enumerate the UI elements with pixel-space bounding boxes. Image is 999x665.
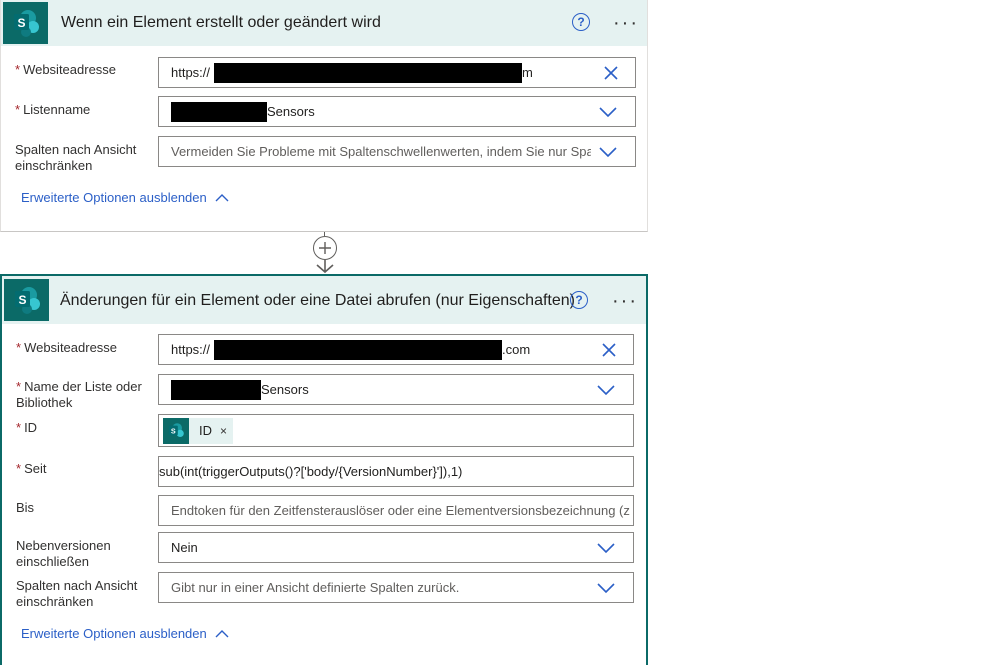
more-options-icon[interactable]: ··· bbox=[612, 291, 638, 311]
redacted-block bbox=[171, 101, 267, 122]
redacted-block bbox=[214, 339, 503, 360]
action-minor-dropdown[interactable]: Nein bbox=[158, 532, 634, 563]
chevron-down-icon[interactable] bbox=[597, 384, 615, 396]
help-icon[interactable]: ? bbox=[572, 13, 590, 31]
action-since-label: * Seit bbox=[16, 461, 47, 476]
svg-text:S: S bbox=[17, 16, 25, 30]
action-id-input[interactable]: S ID × bbox=[158, 414, 634, 447]
chevron-down-icon[interactable] bbox=[599, 146, 617, 158]
trigger-view-label: Spalten nach Ansicht einschränken bbox=[15, 142, 137, 173]
svg-text:S: S bbox=[18, 293, 26, 307]
action-minor-label: Nebenversionen einschließen bbox=[16, 538, 111, 569]
more-options-icon[interactable]: ··· bbox=[613, 13, 639, 33]
chevron-up-icon bbox=[215, 630, 229, 638]
id-token[interactable]: S ID × bbox=[163, 417, 234, 444]
sharepoint-icon: S bbox=[163, 417, 189, 444]
trigger-card: S Wenn ein Element erstellt oder geänder… bbox=[0, 0, 648, 232]
action-title: Änderungen für ein Element oder eine Dat… bbox=[60, 292, 575, 309]
action-view-dropdown[interactable]: Gibt nur in einer Ansicht definierte Spa… bbox=[158, 572, 634, 603]
action-list-label: * Name der Liste oder Bibliothek bbox=[16, 379, 142, 410]
action-view-label: Spalten nach Ansicht einschränken bbox=[16, 578, 138, 609]
trigger-view-dropdown[interactable]: Vermeiden Sie Probleme mit Spaltenschwel… bbox=[158, 136, 636, 167]
help-icon[interactable]: ? bbox=[570, 291, 588, 309]
action-site-input[interactable]: https:// .com bbox=[158, 334, 634, 365]
action-id-label: * ID bbox=[16, 420, 38, 435]
chevron-down-icon[interactable] bbox=[599, 106, 617, 118]
action-advanced-options-link[interactable]: Erweiterte Optionen ausblenden bbox=[21, 626, 229, 641]
chevron-down-icon[interactable] bbox=[597, 542, 615, 554]
add-step-button[interactable] bbox=[313, 236, 337, 260]
sharepoint-icon: S bbox=[4, 279, 49, 321]
plus-icon bbox=[319, 242, 331, 254]
action-card: S Änderungen für ein Element oder eine D… bbox=[0, 274, 648, 665]
clear-icon[interactable] bbox=[601, 342, 617, 358]
action-list-dropdown[interactable]: Sensors bbox=[158, 374, 634, 405]
svg-text:S: S bbox=[171, 426, 176, 435]
trigger-card-header[interactable]: S Wenn ein Element erstellt oder geänder… bbox=[1, 0, 647, 46]
trigger-site-label: * Websiteadresse bbox=[15, 62, 117, 77]
clear-icon[interactable] bbox=[603, 65, 619, 81]
remove-token-icon[interactable]: × bbox=[220, 424, 227, 438]
trigger-list-dropdown[interactable]: Sensors bbox=[158, 96, 636, 127]
arrow-down-icon bbox=[316, 260, 334, 274]
trigger-site-input[interactable]: https:// m bbox=[158, 57, 636, 88]
action-until-input[interactable]: Endtoken für den Zeitfensterauslöser ode… bbox=[158, 495, 634, 526]
sharepoint-icon: S bbox=[3, 2, 48, 44]
chevron-down-icon[interactable] bbox=[597, 582, 615, 594]
action-card-header[interactable]: S Änderungen für ein Element oder eine D… bbox=[2, 276, 646, 324]
redacted-block bbox=[171, 379, 261, 400]
action-until-label: Bis bbox=[16, 500, 35, 515]
trigger-advanced-options-link[interactable]: Erweiterte Optionen ausblenden bbox=[21, 190, 229, 205]
action-site-label: * Websiteadresse bbox=[16, 340, 118, 355]
trigger-list-label: * Listenname bbox=[15, 102, 91, 117]
action-since-input[interactable]: sub(int(triggerOutputs()?['body/{Version… bbox=[158, 456, 634, 487]
trigger-title: Wenn ein Element erstellt oder geändert … bbox=[61, 14, 381, 31]
redacted-block bbox=[214, 62, 523, 83]
chevron-up-icon bbox=[215, 194, 229, 202]
